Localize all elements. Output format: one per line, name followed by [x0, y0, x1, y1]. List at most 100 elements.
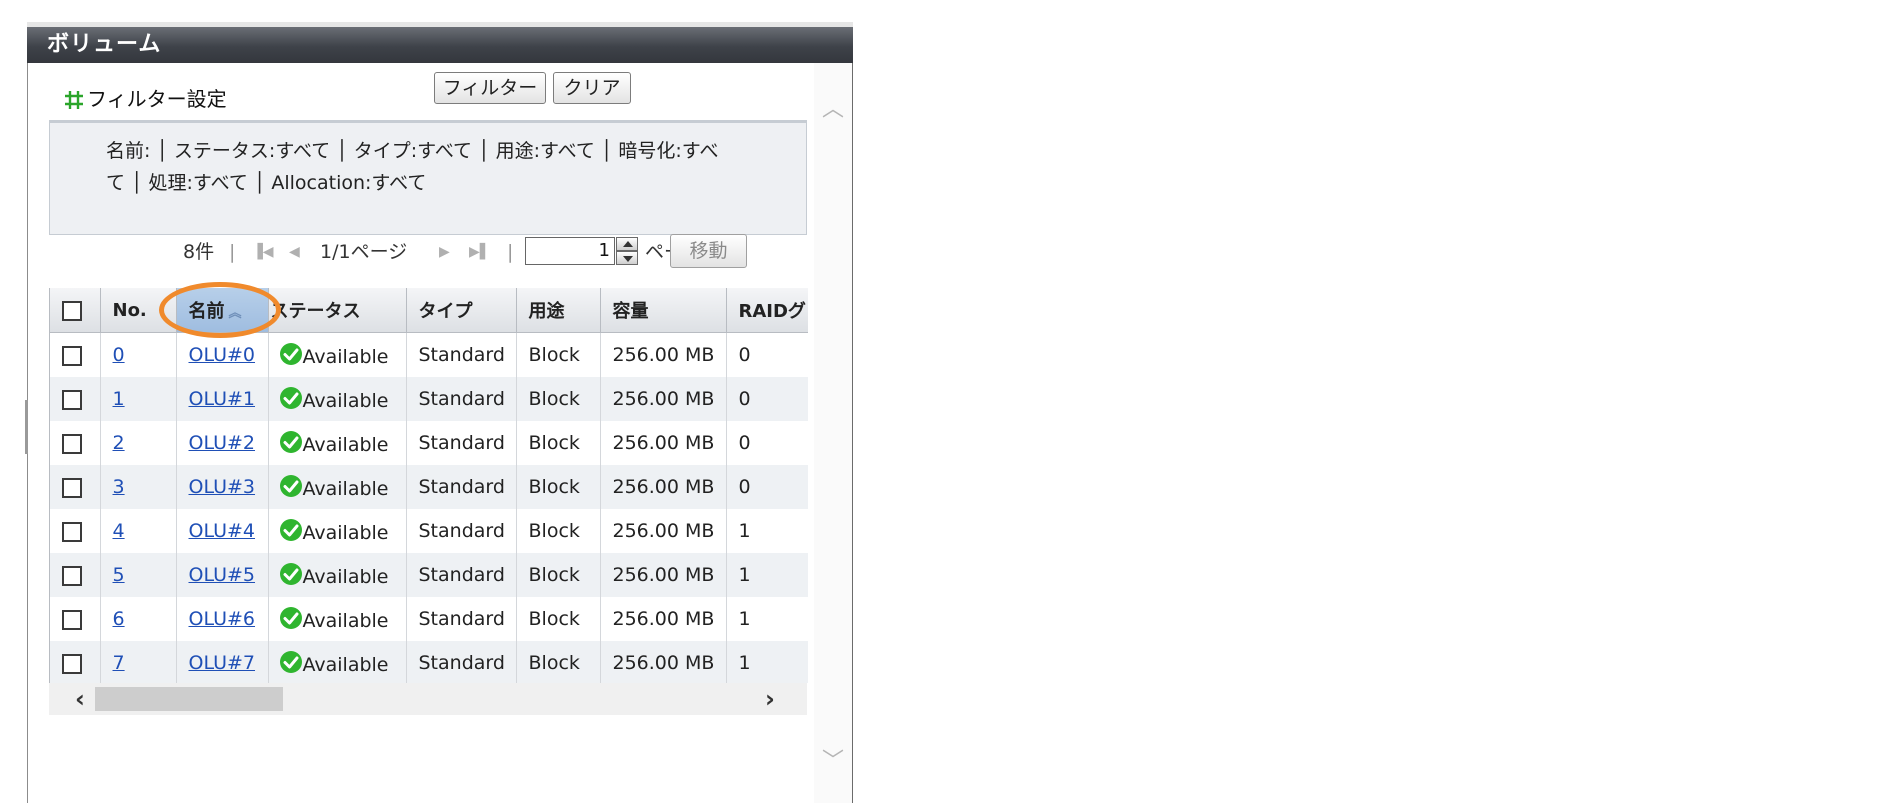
column-header-status[interactable]: ステータス [268, 288, 407, 333]
row-no-cell[interactable]: 7 [100, 641, 177, 683]
column-header-no[interactable]: No. [100, 288, 177, 333]
row-select-cell[interactable] [50, 377, 101, 421]
row-select-cell[interactable] [50, 421, 101, 465]
row-no-cell[interactable]: 5 [100, 553, 177, 597]
row-select-cell[interactable] [50, 332, 101, 377]
row-no-link[interactable]: 0 [113, 344, 125, 366]
go-button[interactable]: 移動 [670, 234, 747, 268]
spinner-down-button[interactable] [616, 251, 638, 265]
row-name-cell[interactable]: OLU#7 [176, 641, 269, 683]
prev-page-icon[interactable]: ◀ [289, 232, 300, 272]
row-checkbox[interactable] [62, 477, 82, 498]
row-no-cell[interactable]: 6 [100, 597, 177, 641]
column-header-capacity[interactable]: 容量 [600, 288, 727, 333]
row-checkbox[interactable] [62, 521, 82, 542]
vertical-scrollbar[interactable]: ︿ ﹀ [814, 63, 852, 803]
row-status-text: Available [302, 566, 389, 588]
row-name-cell[interactable]: OLU#2 [176, 421, 269, 465]
row-name-cell[interactable]: OLU#5 [176, 553, 269, 597]
spinner-up-button[interactable] [616, 237, 638, 251]
row-name-link[interactable]: OLU#6 [189, 608, 256, 630]
row-name-cell[interactable]: OLU#1 [176, 377, 269, 421]
row-name-link[interactable]: OLU#1 [189, 388, 256, 410]
first-page-icon[interactable]: ▐◀ [252, 232, 274, 272]
row-capacity-cell: 256.00 MB [600, 641, 727, 683]
row-name-link[interactable]: OLU#4 [189, 520, 256, 542]
row-type-cell: Standard [406, 641, 517, 683]
row-no-cell[interactable]: 1 [100, 377, 177, 421]
resize-handle[interactable] [25, 400, 28, 454]
row-no-cell[interactable]: 4 [100, 509, 177, 553]
row-no-link[interactable]: 5 [113, 564, 125, 586]
select-all-checkbox[interactable] [62, 300, 82, 321]
row-raid-group-cell: 1 [726, 509, 808, 553]
row-checkbox[interactable] [62, 433, 82, 454]
row-status-text: Available [302, 654, 389, 676]
table-row[interactable]: 1 OLU#1 Available Standard Block 256.00 MB 0 [50, 377, 808, 421]
row-name-link[interactable]: OLU#0 [189, 344, 256, 366]
table-row[interactable]: 0 OLU#0 Available Standard Block 256.00 MB 0 [50, 332, 808, 377]
scroll-down-icon[interactable]: ﹀ [814, 743, 852, 775]
row-name-cell[interactable]: OLU#3 [176, 465, 269, 509]
row-checkbox[interactable] [62, 565, 82, 586]
horizontal-scrollbar[interactable]: ‹ › [49, 683, 807, 715]
next-page-icon[interactable]: ▶ [439, 232, 450, 272]
last-page-icon[interactable]: ▶▌ [469, 232, 491, 272]
row-status-text: Available [302, 478, 389, 500]
row-checkbox[interactable] [62, 345, 82, 366]
column-header-raid-group[interactable]: RAIDグ [726, 288, 808, 333]
column-header-name[interactable]: 名前 ︽ [176, 288, 269, 333]
row-select-cell[interactable] [50, 641, 101, 683]
row-raid-group-cell: 0 [726, 465, 808, 509]
row-select-cell[interactable] [50, 465, 101, 509]
scroll-left-icon[interactable]: ‹ [75, 683, 85, 715]
row-no-link[interactable]: 7 [113, 652, 125, 674]
select-all-header[interactable] [50, 288, 101, 333]
row-no-link[interactable]: 4 [113, 520, 125, 542]
table-row[interactable]: 6 OLU#6 Available Standard Block 256.00 MB 1 [50, 597, 808, 641]
row-select-cell[interactable] [50, 553, 101, 597]
table-row[interactable]: 5 OLU#5 Available Standard Block 256.00 MB 1 [50, 553, 808, 597]
scroll-up-icon[interactable]: ︿ [814, 91, 852, 123]
page-spinner[interactable] [616, 237, 638, 265]
column-header-type[interactable]: タイプ [406, 288, 517, 333]
table-row[interactable]: 7 OLU#7 Available Standard Block 256.00 MB 1 [50, 641, 808, 683]
row-checkbox[interactable] [62, 653, 82, 674]
row-no-link[interactable]: 1 [113, 388, 125, 410]
row-name-link[interactable]: OLU#2 [189, 432, 256, 454]
row-name-cell[interactable]: OLU#6 [176, 597, 269, 641]
row-no-cell[interactable]: 2 [100, 421, 177, 465]
row-no-link[interactable]: 3 [113, 476, 125, 498]
row-checkbox[interactable] [62, 389, 82, 410]
status-ok-icon [279, 651, 302, 673]
row-name-link[interactable]: OLU#7 [189, 652, 256, 674]
row-capacity-cell: 256.00 MB [600, 509, 727, 553]
filter-button[interactable]: フィルター [434, 72, 546, 104]
table-row[interactable]: 3 OLU#3 Available Standard Block 256.00 MB 0 [50, 465, 808, 509]
row-capacity-cell: 256.00 MB [600, 597, 727, 641]
row-status-text: Available [302, 346, 389, 368]
scroll-right-icon[interactable]: › [765, 683, 775, 715]
row-name-link[interactable]: OLU#3 [189, 476, 256, 498]
row-checkbox[interactable] [62, 609, 82, 630]
row-raid-group-cell: 0 [726, 332, 808, 377]
column-header-usage[interactable]: 用途 [516, 288, 601, 333]
table-row[interactable]: 4 OLU#4 Available Standard Block 256.00 MB 1 [50, 509, 808, 553]
row-status-cell: Available [268, 332, 407, 377]
row-select-cell[interactable] [50, 509, 101, 553]
status-ok-icon [279, 387, 302, 409]
table-row[interactable]: 2 OLU#2 Available Standard Block 256.00 MB 0 [50, 421, 808, 465]
filter-settings-title[interactable]: フィルター設定 [63, 84, 227, 114]
row-name-cell[interactable]: OLU#4 [176, 509, 269, 553]
horizontal-scroll-thumb[interactable] [95, 687, 283, 711]
page-number-input[interactable]: 1 [525, 237, 615, 265]
row-name-cell[interactable]: OLU#0 [176, 332, 269, 377]
clear-button[interactable]: クリア [553, 72, 631, 104]
row-select-cell[interactable] [50, 597, 101, 641]
row-no-link[interactable]: 2 [113, 432, 125, 454]
row-no-cell[interactable]: 0 [100, 332, 177, 377]
window-title: ボリューム [27, 27, 853, 63]
row-no-link[interactable]: 6 [113, 608, 125, 630]
row-name-link[interactable]: OLU#5 [189, 564, 256, 586]
row-no-cell[interactable]: 3 [100, 465, 177, 509]
